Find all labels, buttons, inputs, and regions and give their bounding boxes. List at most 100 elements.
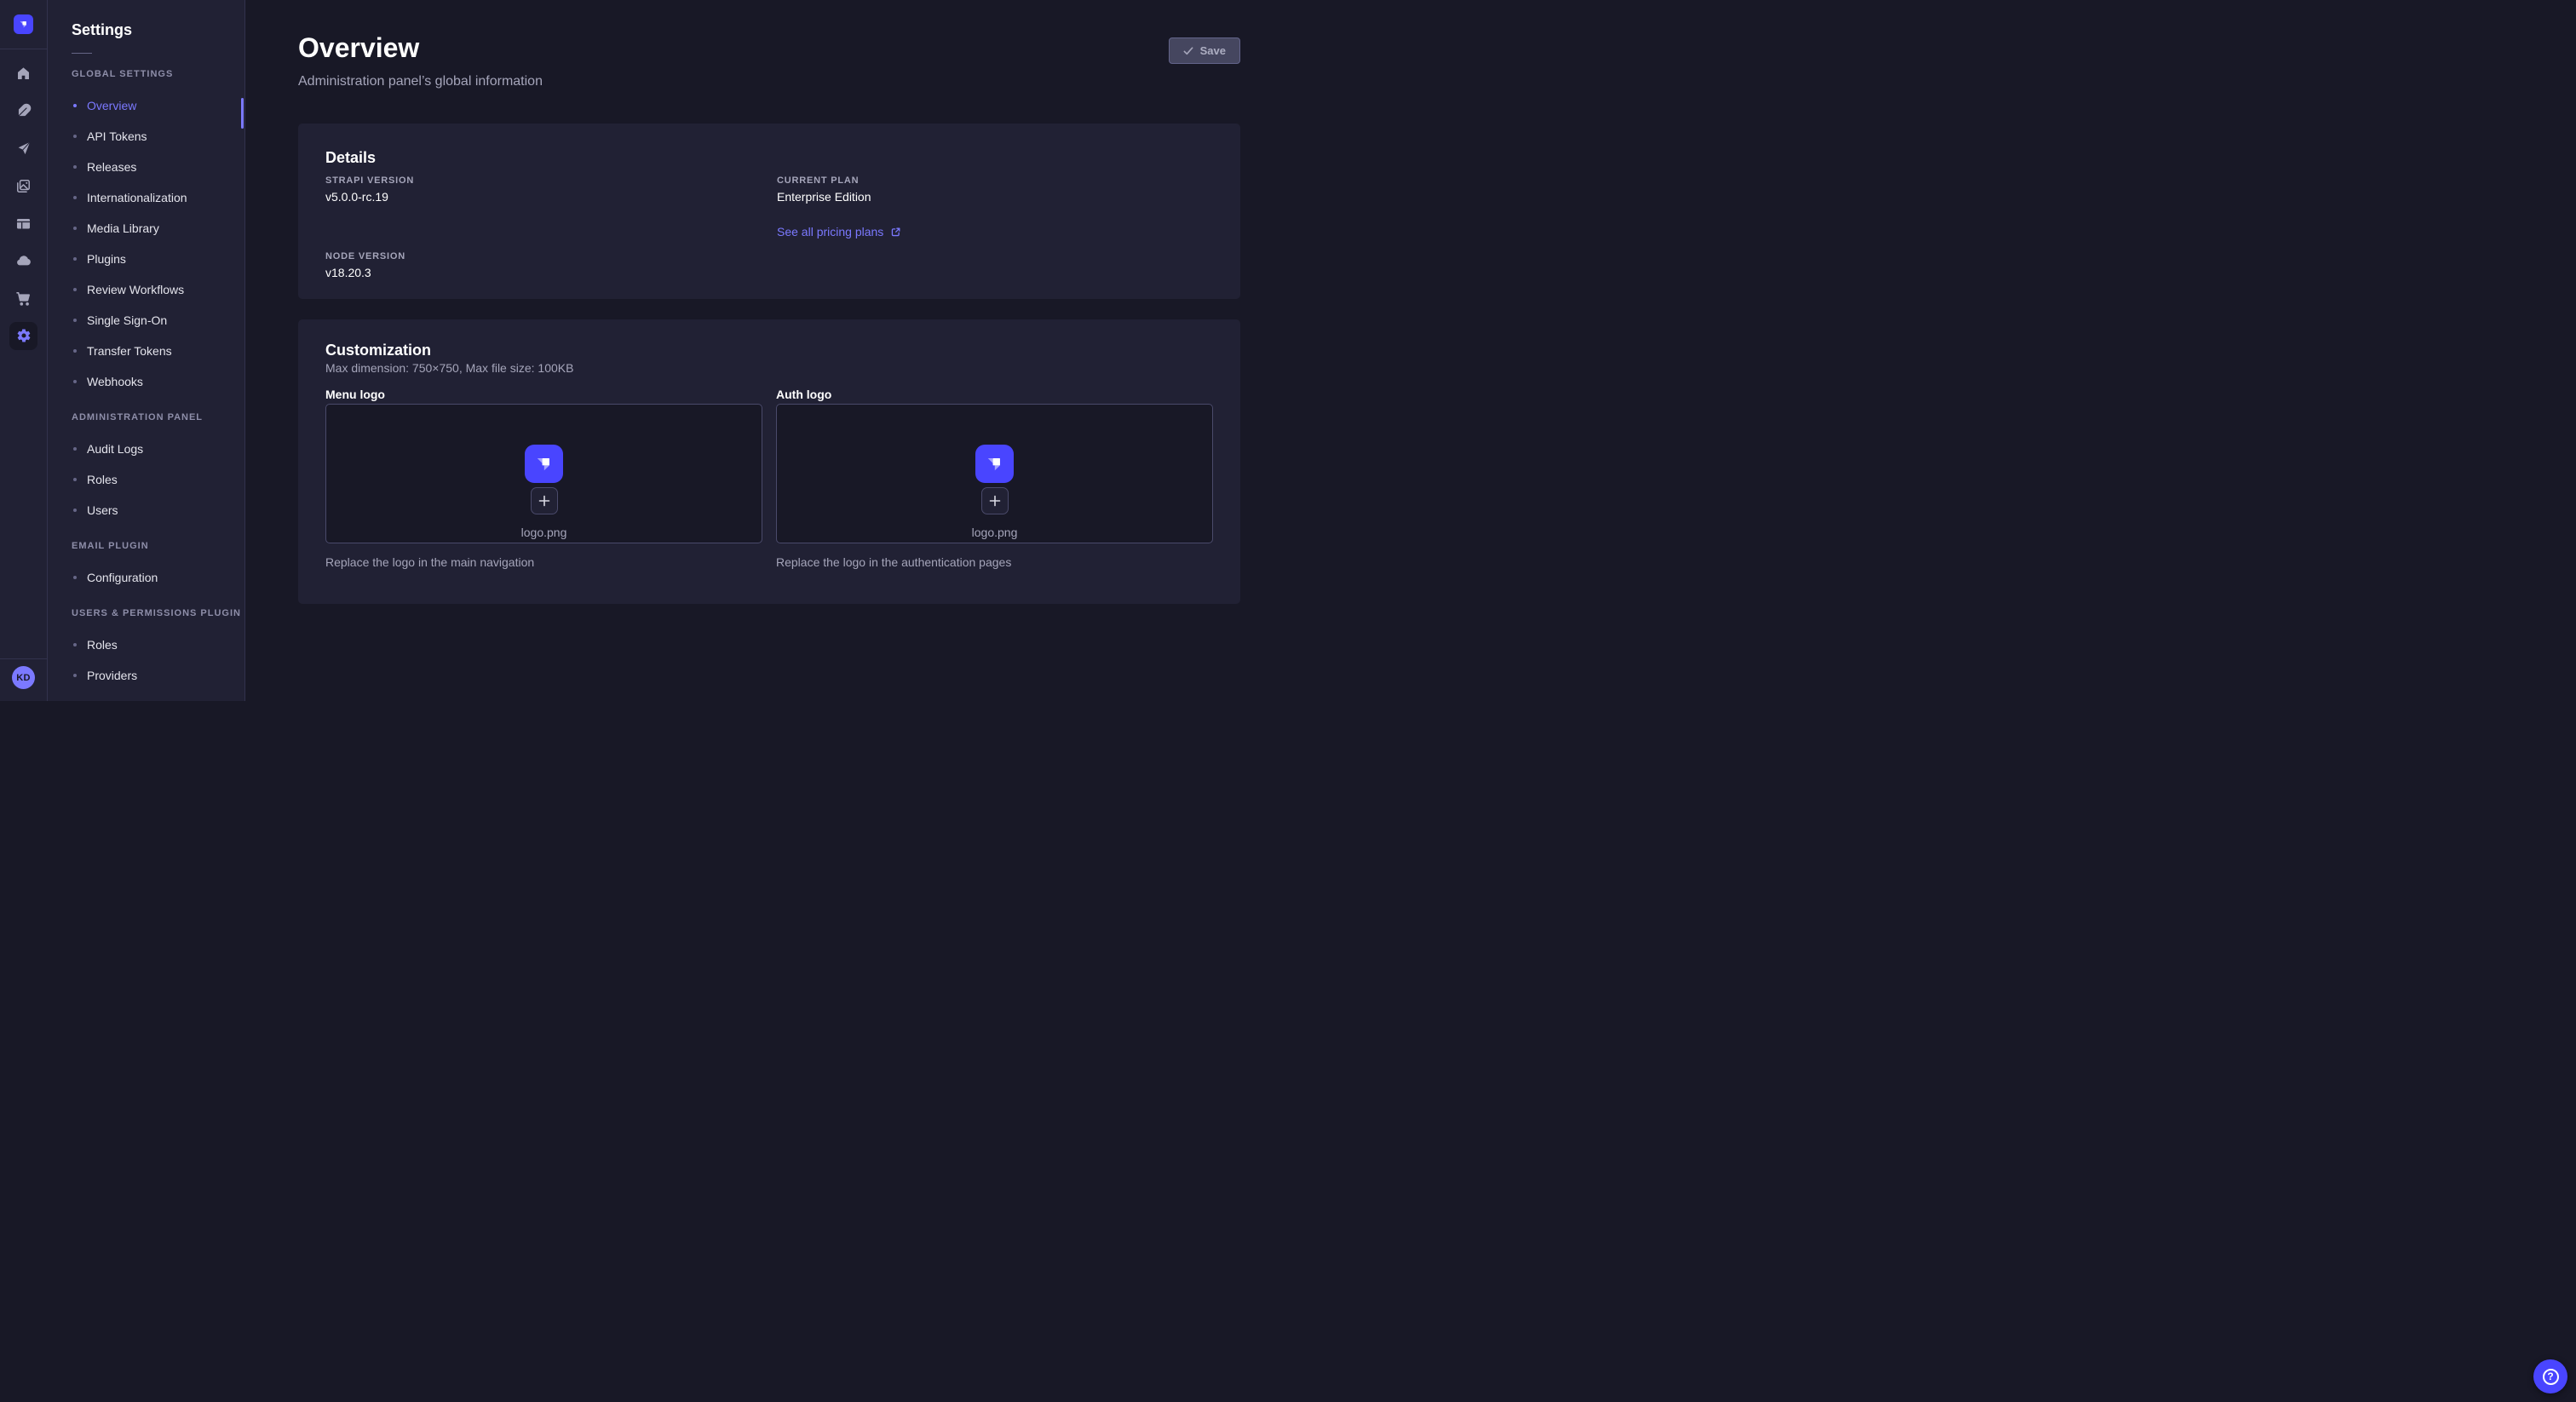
layout-icon[interactable] [0,204,48,242]
subnav-item-single-sign-on[interactable]: Single Sign-On [48,305,244,336]
plus-icon [989,495,1001,507]
section-label: ADMINISTRATION PANEL [72,412,244,422]
field-value: Enterprise Edition [777,190,1213,204]
bullet-icon [73,447,77,451]
active-nav-pill [9,322,37,350]
save-button[interactable]: Save [1169,37,1240,64]
subnav-item-audit-logs[interactable]: Audit Logs [48,434,244,464]
settings-subnav: Settings GLOBAL SETTINGS Overview API To… [48,0,245,701]
menu-logo-cell: Menu logo [325,388,762,570]
subnav-item-label: API Tokens [87,129,147,143]
subnav-item-releases[interactable]: Releases [48,152,244,182]
node-version-field: NODE VERSION v18.20.3 [325,250,777,280]
section-label: USERS & PERMISSIONS PLUGIN [72,608,244,618]
section-users-permissions-plugin: USERS & PERMISSIONS PLUGIN Roles Provide… [48,608,244,691]
marketplace-cart-icon[interactable] [0,279,48,317]
pricing-plans-label: See all pricing plans [777,225,883,239]
bullet-icon [73,349,77,353]
help-button[interactable]: ? [2533,1359,2567,1393]
pricing-plans-link[interactable]: See all pricing plans [777,225,901,239]
subnav-item-internationalization[interactable]: Internationalization [48,182,244,213]
strapi-logo-icon[interactable] [14,14,33,34]
external-link-icon [890,227,901,238]
subnav-item-up-roles[interactable]: Roles [48,629,244,660]
settings-gear-icon[interactable] [0,317,48,354]
customization-card: Customization Max dimension: 750×750, Ma… [298,319,1240,604]
subnav-item-label: Releases [87,160,136,174]
subnav-item-webhooks[interactable]: Webhooks [48,366,244,397]
section-label: EMAIL PLUGIN [72,541,244,551]
bullet-icon [73,227,77,230]
subnav-item-label: Plugins [87,252,126,266]
page-title: Overview [298,34,543,62]
menu-logo-hint: Replace the logo in the main navigation [325,555,762,570]
subnav-item-review-workflows[interactable]: Review Workflows [48,274,244,305]
details-grid: STRAPI VERSION v5.0.0-rc.19 NODE VERSION… [325,175,1213,280]
menu-logo-dropzone[interactable]: logo.png [325,404,762,543]
subnav-item-label: Review Workflows [87,283,184,296]
current-plan-field: CURRENT PLAN Enterprise Edition [777,175,1213,204]
subnav-item-label: Configuration [87,571,158,584]
check-icon [1183,47,1193,55]
media-library-icon[interactable] [0,167,48,204]
subnav-item-plugins[interactable]: Plugins [48,244,244,274]
bullet-icon [73,380,77,383]
auth-logo-dropzone[interactable]: logo.png [776,404,1213,543]
section-administration-panel: ADMINISTRATION PANEL Audit Logs Roles Us… [48,412,244,526]
subnav-item-users[interactable]: Users [48,495,244,526]
auth-logo-label: Auth logo [776,388,1213,401]
subnav-item-configuration[interactable]: Configuration [48,562,244,593]
menu-logo-label: Menu logo [325,388,762,401]
section-email-plugin: EMAIL PLUGIN Configuration [48,541,244,593]
divider [0,658,48,659]
bullet-icon [73,674,77,677]
bullet-icon [73,478,77,481]
main-nav-rail: KD [0,0,48,701]
strapi-version-field: STRAPI VERSION v5.0.0-rc.19 [325,175,777,204]
subnav-item-media-library[interactable]: Media Library [48,213,244,244]
title-rule [72,53,92,54]
subnav-item-label: Roles [87,638,118,652]
main-content: Overview Administration panel’s global i… [245,0,1288,701]
cloud-icon[interactable] [0,242,48,279]
logo-filename: logo.png [972,526,1018,540]
bullet-icon [73,257,77,261]
subnav-item-roles[interactable]: Roles [48,464,244,495]
subnav-item-overview[interactable]: Overview [48,90,244,121]
strapi-logo-preview [525,445,563,483]
field-value: v18.20.3 [325,266,777,280]
bullet-icon [73,135,77,138]
subnav-item-label: Users [87,503,118,517]
paper-plane-icon[interactable] [0,129,48,167]
strapi-logo-preview [975,445,1014,483]
section-label: GLOBAL SETTINGS [72,69,244,79]
add-logo-button[interactable] [531,487,558,514]
rail-bottom: KD [0,644,48,701]
question-mark-icon: ? [2543,1369,2559,1385]
rail-nav [0,55,48,354]
subnav-item-api-tokens[interactable]: API Tokens [48,121,244,152]
subnav-item-label: Transfer Tokens [87,344,172,358]
subnav-item-providers[interactable]: Providers [48,660,244,691]
subnav-item-transfer-tokens[interactable]: Transfer Tokens [48,336,244,366]
section-global-settings: GLOBAL SETTINGS Overview API Tokens Rele… [48,69,244,397]
home-icon[interactable] [0,55,48,92]
subnav-item-label: Internationalization [87,191,187,204]
page-subtitle: Administration panel’s global informatio… [298,72,543,91]
feather-icon[interactable] [0,92,48,129]
bullet-icon [73,319,77,322]
page-header: Overview Administration panel’s global i… [298,34,1240,91]
save-label: Save [1200,44,1226,57]
field-label: STRAPI VERSION [325,175,777,187]
auth-logo-cell: Auth logo [776,388,1213,570]
bullet-icon [73,288,77,291]
scrollbar-thumb[interactable] [241,98,244,129]
auth-logo-hint: Replace the logo in the authentication p… [776,555,1213,570]
avatar[interactable]: KD [12,666,35,689]
subnav-item-label: Webhooks [87,375,143,388]
bullet-icon [73,643,77,646]
bullet-icon [73,165,77,169]
add-logo-button[interactable] [981,487,1009,514]
customization-subtitle: Max dimension: 750×750, Max file size: 1… [325,360,1213,376]
field-label: NODE VERSION [325,250,777,262]
